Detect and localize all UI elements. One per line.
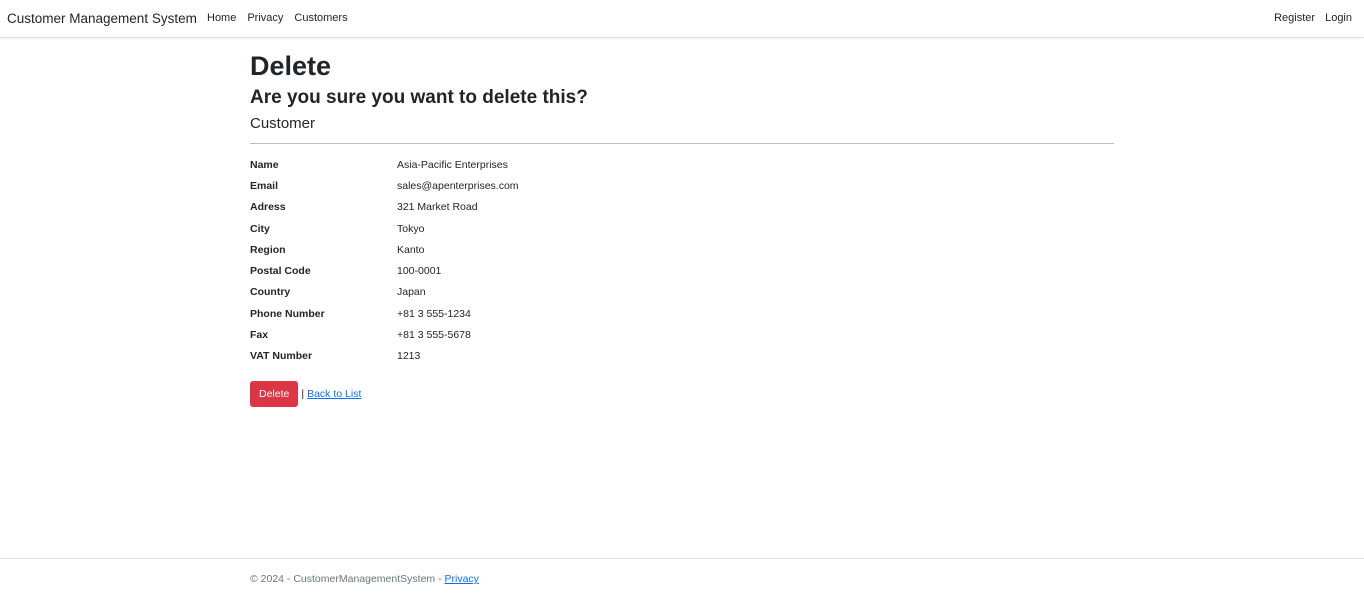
field-value: Japan — [397, 286, 426, 299]
nav-register[interactable]: Register — [1274, 12, 1315, 24]
form-actions: Delete | Back to List — [250, 380, 1114, 407]
field-value: 1213 — [397, 350, 421, 363]
nav-home[interactable]: Home — [207, 12, 236, 24]
field-value: sales@apenterprises.com — [397, 179, 519, 192]
detail-row-country: Country Japan — [250, 282, 1114, 303]
copyright-text: © 2024 - CustomerManagementSystem - — [250, 573, 445, 585]
field-label: Fax — [250, 329, 269, 342]
detail-row-fax: Fax +81 3 555-5678 — [250, 324, 1114, 345]
separator: | — [301, 387, 305, 400]
nav-privacy[interactable]: Privacy — [247, 12, 283, 24]
delete-button[interactable]: Delete — [250, 380, 299, 407]
field-value: +81 3 555-5678 — [397, 329, 471, 342]
page-title: Delete — [250, 51, 332, 81]
footer: © 2024 - CustomerManagementSystem - Priv… — [0, 558, 1364, 599]
field-label: Region — [250, 243, 286, 256]
field-label: Country — [250, 286, 291, 299]
field-label: Phone Number — [250, 307, 325, 320]
field-label: Name — [250, 158, 279, 171]
field-label: VAT Number — [250, 350, 313, 363]
detail-row-city: City Tokyo — [250, 218, 1114, 239]
detail-row-name: Name Asia-Pacific Enterprises — [250, 154, 1114, 175]
detail-row-postal-code: Postal Code 100-0001 — [250, 260, 1114, 281]
detail-row-vat: VAT Number 1213 — [250, 346, 1114, 367]
field-value: 100-0001 — [397, 265, 442, 278]
field-label: Email — [250, 179, 279, 192]
field-value: 321 Market Road — [397, 201, 478, 214]
footer-text: © 2024 - CustomerManagementSystem - Priv… — [250, 573, 479, 585]
field-value: +81 3 555-1234 — [397, 307, 471, 320]
main-content: Delete Are you sure you want to delete t… — [250, 50, 1114, 407]
entity-title: Customer — [250, 115, 316, 132]
detail-row-address: Adress 321 Market Road — [250, 197, 1114, 218]
field-value: Tokyo — [397, 222, 425, 235]
detail-row-email: Email sales@apenterprises.com — [250, 175, 1114, 196]
footer-privacy-link[interactable]: Privacy — [444, 573, 478, 585]
nav-customers[interactable]: Customers — [294, 12, 347, 24]
field-value: Asia-Pacific Enterprises — [397, 158, 508, 171]
top-navbar: Customer Management System Home Privacy … — [0, 0, 1364, 38]
brand-link[interactable]: Customer Management System — [7, 11, 197, 26]
field-value: Kanto — [397, 243, 425, 256]
nav-login[interactable]: Login — [1325, 12, 1352, 24]
nav-left: Home Privacy Customers — [207, 12, 348, 24]
detail-row-phone: Phone Number +81 3 555-1234 — [250, 303, 1114, 324]
confirm-message: Are you sure you want to delete this? — [250, 87, 588, 108]
back-to-list-link[interactable]: Back to List — [307, 388, 361, 400]
field-label: City — [250, 222, 270, 235]
customer-details: Name Asia-Pacific Enterprises Email sale… — [250, 154, 1114, 367]
field-label: Postal Code — [250, 265, 311, 278]
detail-row-region: Region Kanto — [250, 239, 1114, 260]
nav-right: Register Login — [1274, 12, 1352, 24]
divider — [250, 143, 1114, 144]
field-label: Adress — [250, 201, 286, 214]
